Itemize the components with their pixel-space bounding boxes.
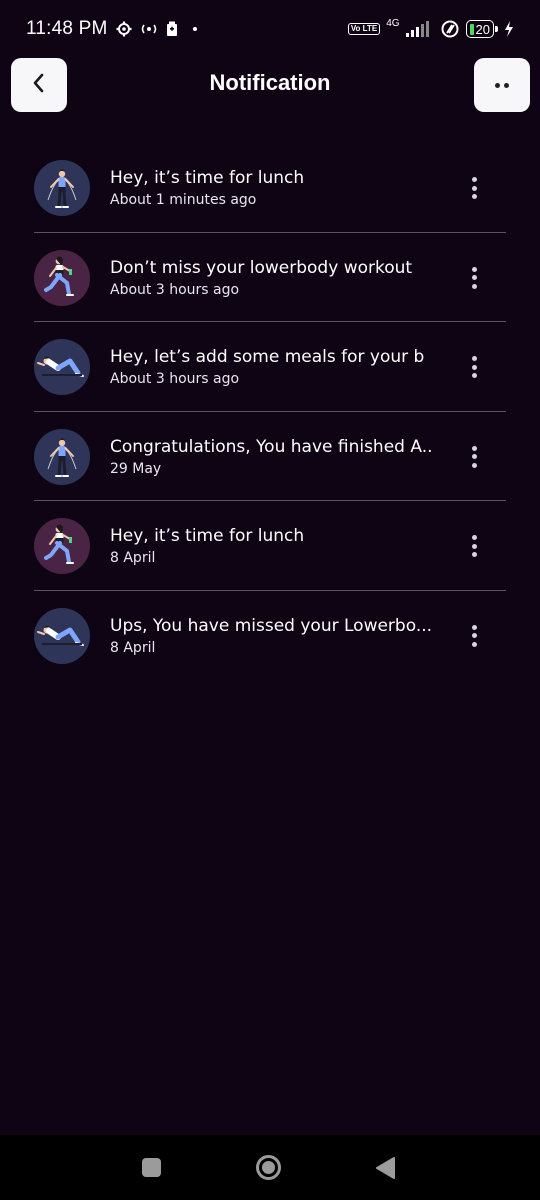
notification-title: Hey, it’s time for lunch: [110, 526, 305, 546]
status-right: Vo LTE 4G 20: [347, 17, 514, 38]
avatar: [34, 160, 90, 216]
notification-time: 29 May: [110, 460, 162, 477]
header: Notification: [0, 58, 540, 114]
notification-text: Don’t miss your lowerbody workout About 3…: [110, 257, 440, 299]
network-type: 4G: [386, 17, 400, 29]
notification-item[interactable]: Don’t miss your lowerbody workout About 3…: [34, 233, 506, 322]
avatar: [34, 249, 90, 306]
notification-title: Don’t miss your lowerbody workout: [110, 257, 413, 278]
gear-icon: [116, 21, 132, 37]
notification-time: 8 April: [110, 639, 156, 656]
system-nav-bar: [0, 1135, 540, 1200]
status-bar: 11:48 PM Vo LTE 4G 20: [0, 0, 540, 58]
status-time: 11:48 PM: [26, 18, 108, 39]
avatar: [34, 339, 90, 395]
notification-text: Hey, it’s time for lunch 8 April: [110, 525, 440, 567]
notification-time: 8 April: [110, 550, 156, 566]
notification-item[interactable]: Hey, let’s add some meals for your b Abou…: [34, 322, 506, 412]
more-vertical-icon[interactable]: [468, 533, 480, 559]
notification-title: Hey, it’s time for lunch: [110, 168, 305, 188]
notification-time: About 3 hours ago: [110, 371, 240, 387]
battery-icon: 20: [465, 20, 499, 38]
more-vertical-icon[interactable]: [468, 175, 480, 201]
signal-icon: [405, 21, 434, 37]
notification-time: About 1 minutes ago: [110, 192, 257, 208]
more-vertical-icon[interactable]: [468, 354, 480, 380]
radio-icon: [140, 23, 158, 35]
notification-time: About 3 hours ago: [110, 281, 240, 298]
notification-list: Hey, it’s time for lunch About 1 minutes …: [0, 143, 540, 680]
more-options-button[interactable]: [474, 58, 530, 112]
volte-badge: Vo LTE: [347, 23, 381, 35]
page-title: Notification: [209, 70, 331, 95]
notification-item[interactable]: Congratulations, You have finished A.. 29…: [34, 412, 506, 501]
dot-icon: [186, 25, 200, 33]
more-vertical-icon[interactable]: [468, 265, 480, 291]
avatar: [34, 518, 90, 574]
back-triangle-icon: [376, 1157, 395, 1179]
notification-text: Hey, let’s add some meals for your b Abou…: [110, 346, 440, 388]
more-vertical-icon[interactable]: [468, 623, 480, 649]
notification-title: Hey, let’s add some meals for your b: [110, 347, 425, 367]
avatar: [34, 607, 90, 664]
avatar: [34, 428, 90, 485]
sim-icon: [166, 21, 178, 37]
battery-level: 20: [475, 21, 490, 37]
notification-text: Congratulations, You have finished A.. 29…: [110, 436, 440, 478]
notification-title: Congratulations, You have finished A..: [110, 436, 433, 457]
notification-item[interactable]: Ups, You have missed your Lowerbo... 8 Ap…: [34, 591, 506, 681]
home-circle-icon: [256, 1155, 281, 1180]
back-nav-button[interactable]: [374, 1156, 396, 1180]
recent-apps-button[interactable]: [142, 1158, 161, 1177]
charging-icon: [504, 21, 514, 37]
more-horizontal-icon: [495, 82, 509, 88]
notification-text: Ups, You have missed your Lowerbo... 8 Ap…: [110, 615, 440, 657]
more-vertical-icon[interactable]: [468, 444, 480, 470]
notification-text: Hey, it’s time for lunch About 1 minutes …: [110, 167, 440, 209]
home-button[interactable]: [255, 1154, 282, 1181]
notification-item[interactable]: Hey, it’s time for lunch 8 April: [34, 501, 506, 591]
sync-icon: [440, 20, 460, 38]
notification-title: Ups, You have missed your Lowerbo...: [110, 615, 433, 636]
notification-item[interactable]: Hey, it’s time for lunch About 1 minutes …: [34, 143, 506, 233]
status-left: 11:48 PM: [26, 18, 200, 40]
